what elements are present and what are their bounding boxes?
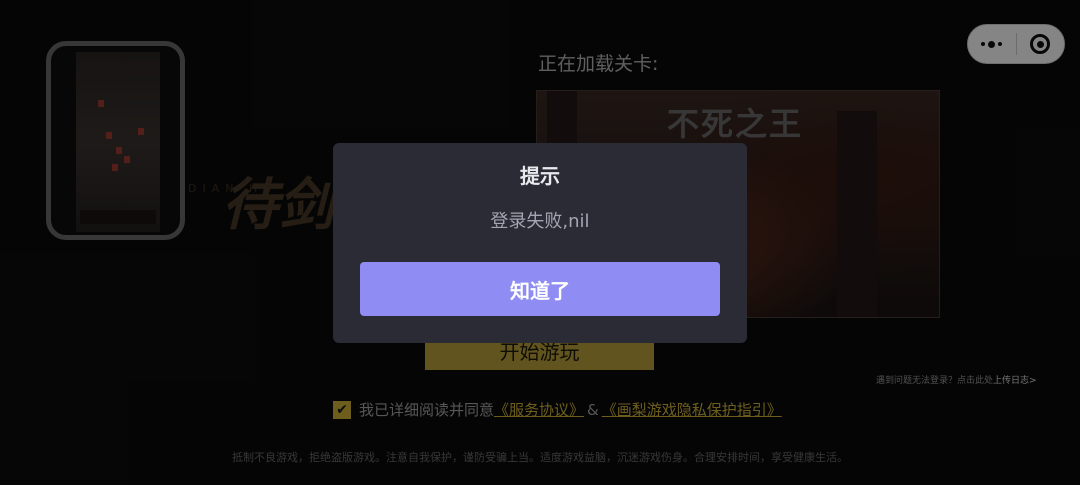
confirm-button[interactable]: 知道了: [360, 262, 720, 316]
alert-dialog: 提示 登录失败,nil 知道了: [333, 143, 747, 343]
dialog-title: 提示: [520, 164, 560, 188]
dialog-message: 登录失败,nil: [490, 211, 590, 232]
